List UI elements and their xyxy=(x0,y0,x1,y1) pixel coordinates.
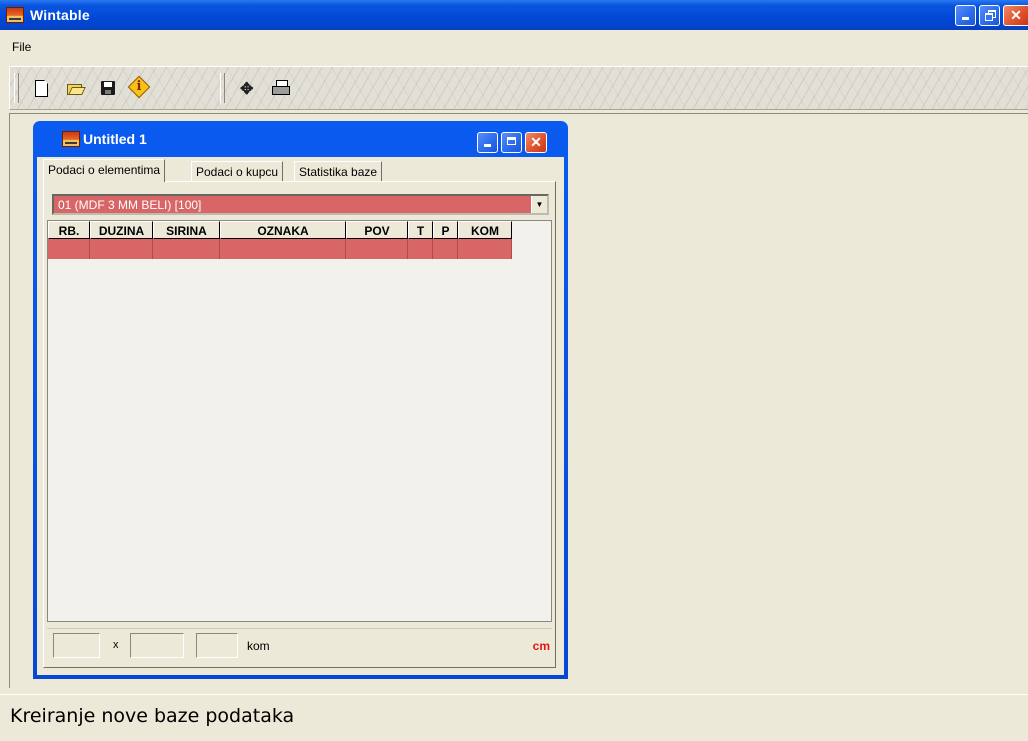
child-close-button[interactable]: ✕ xyxy=(525,132,547,153)
table-cell[interactable] xyxy=(408,239,433,259)
child-window: Untitled 1 ✕ Podaci o elementima Podaci … xyxy=(33,121,568,679)
column-header-oznaka[interactable]: OZNAKA xyxy=(220,221,346,239)
column-header-t[interactable]: T xyxy=(408,221,433,239)
column-header-rb[interactable]: RB. xyxy=(48,221,90,239)
maximize-icon xyxy=(507,137,516,145)
close-icon: ✕ xyxy=(530,134,542,150)
child-title-bar[interactable]: Untitled 1 ✕ xyxy=(33,121,568,157)
chevron-down-icon[interactable]: ▼ xyxy=(531,196,547,213)
column-header-p[interactable]: P xyxy=(433,221,458,239)
table-cell[interactable] xyxy=(433,239,458,259)
tab-statistika-baze[interactable]: Statistika baze xyxy=(294,161,383,181)
table-cell[interactable] xyxy=(220,239,346,259)
child-minimize-button[interactable] xyxy=(477,132,498,153)
child-maximize-button[interactable] xyxy=(501,132,522,153)
column-header-pov[interactable]: POV xyxy=(346,221,408,239)
new-document-icon[interactable] xyxy=(35,80,48,97)
table-cell[interactable] xyxy=(90,239,153,259)
restore-button[interactable] xyxy=(979,5,1000,26)
minimize-icon xyxy=(962,17,969,20)
dimension-separator: x xyxy=(113,639,119,651)
table-cell[interactable] xyxy=(48,239,90,259)
column-header-sirina[interactable]: SIRINA xyxy=(153,221,220,239)
app-title: Wintable xyxy=(30,7,90,23)
material-select[interactable]: 01 (MDF 3 MM BELI) [100] ▼ xyxy=(52,194,549,215)
toolbar-grip[interactable] xyxy=(220,73,225,103)
child-app-icon[interactable] xyxy=(62,131,80,147)
quantity-unit-label: kom xyxy=(247,639,270,653)
column-header-duzina[interactable]: DUZINA xyxy=(90,221,153,239)
info-icon-glyph: i xyxy=(136,79,142,94)
minimize-icon xyxy=(484,144,491,147)
add-icon[interactable]: ✥ xyxy=(240,79,253,99)
child-client-area: Podaci o elementima Podaci o kupcu Stati… xyxy=(37,157,564,675)
column-header-kom[interactable]: KOM xyxy=(458,221,512,239)
toolbar: i ✥ xyxy=(9,66,1028,110)
width-input[interactable] xyxy=(130,633,184,658)
quantity-input[interactable] xyxy=(196,633,238,658)
menu-item-file[interactable]: File xyxy=(12,40,31,54)
tab-panel: 01 (MDF 3 MM BELI) [100] ▼ RB. DUZINA SI… xyxy=(43,181,556,668)
table-cell[interactable] xyxy=(458,239,512,259)
tab-podaci-o-kupcu[interactable]: Podaci o kupcu xyxy=(191,161,284,181)
app-title-bar[interactable]: Wintable ✕ xyxy=(0,0,1028,30)
material-select-value: 01 (MDF 3 MM BELI) [100] xyxy=(58,198,202,212)
minimize-button[interactable] xyxy=(955,5,976,26)
app-logo-icon[interactable] xyxy=(6,7,24,23)
status-bar: Kreiranje nove baze podataka xyxy=(0,694,1028,741)
toolbar-grip[interactable] xyxy=(14,73,19,103)
table-cell[interactable] xyxy=(346,239,408,259)
menu-bar: File xyxy=(0,40,1028,59)
close-button[interactable]: ✕ xyxy=(1003,5,1028,26)
dimension-entry-bar: x kom cm xyxy=(47,628,552,663)
tab-podaci-o-elementima[interactable]: Podaci o elementima xyxy=(43,159,166,182)
restore-icon xyxy=(984,10,996,21)
close-icon: ✕ xyxy=(1010,7,1022,23)
save-disk-icon[interactable] xyxy=(101,81,115,95)
elements-grid[interactable]: RB. DUZINA SIRINA OZNAKA POV T P KOM xyxy=(47,220,552,622)
length-input[interactable] xyxy=(53,633,100,658)
child-window-title: Untitled 1 xyxy=(83,131,147,147)
print-icon[interactable] xyxy=(272,80,290,95)
open-folder-icon[interactable] xyxy=(67,82,83,95)
table-cell[interactable] xyxy=(153,239,220,259)
measurement-unit-label: cm xyxy=(532,639,550,653)
status-text: Kreiranje nove baze podataka xyxy=(10,705,295,727)
